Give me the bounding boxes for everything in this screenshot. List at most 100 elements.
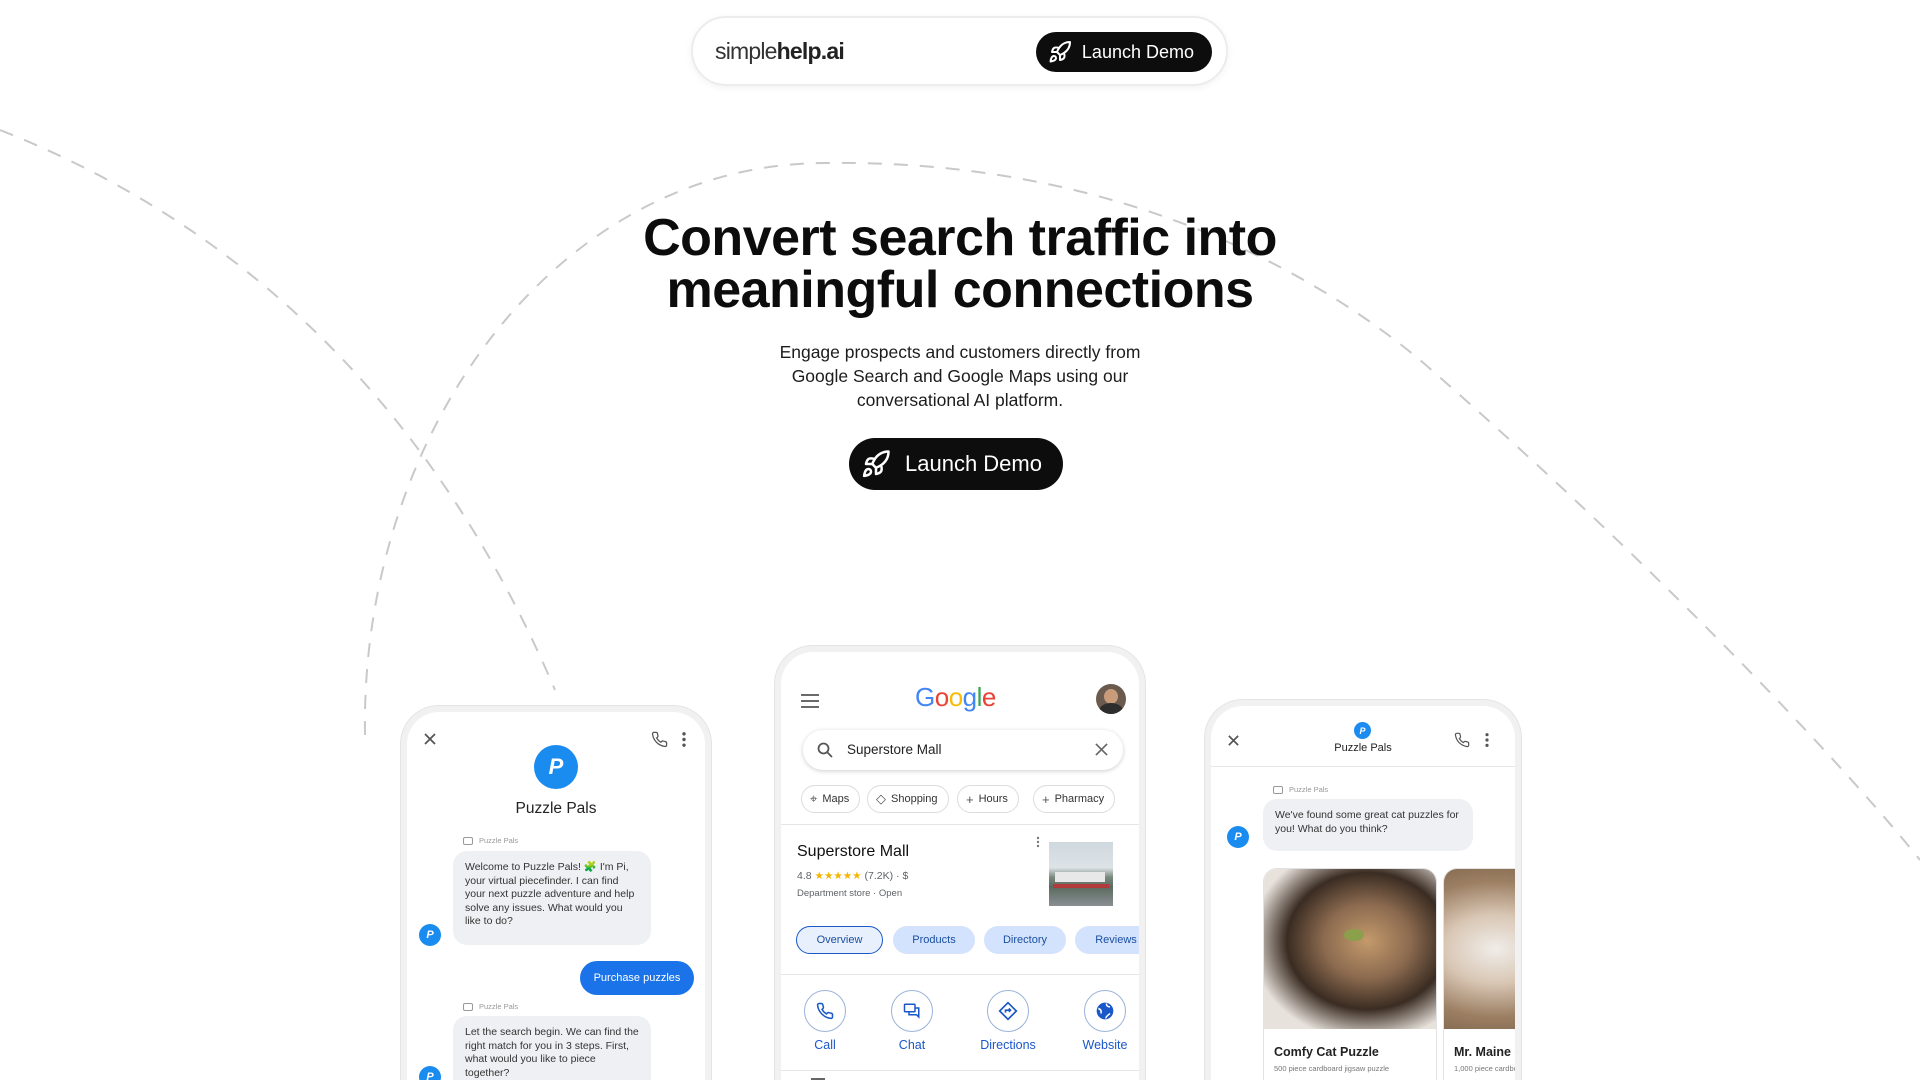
rocket-icon <box>1049 40 1071 63</box>
google-logo[interactable]: Google <box>915 682 996 713</box>
star-rating: ★★★★★ <box>814 870 862 882</box>
bot-avatar: P <box>1227 826 1249 848</box>
location-pin-icon: ⌖ <box>810 791 818 806</box>
hero-subtitle-line2: Google Search and Google Maps using our <box>791 366 1129 386</box>
divider <box>1211 766 1515 767</box>
place-photo[interactable] <box>1049 842 1113 906</box>
tag-icon: ◇ <box>876 791 886 806</box>
hero-launch-demo-label: Launch Demo <box>905 451 1042 476</box>
robot-icon <box>1273 785 1283 794</box>
chip-label: Pharmacy <box>1054 793 1105 805</box>
robot-icon <box>463 1002 473 1011</box>
business-avatar: P <box>534 745 578 789</box>
review-count: (7.2K) <box>864 870 894 882</box>
bot-message-bubble: Welcome to Puzzle Pals! 🧩 I'm Pi, your v… <box>453 851 651 945</box>
price-level: $ <box>902 870 909 882</box>
chat-icon <box>903 1003 920 1019</box>
tab-reviews[interactable]: Reviews <box>1075 926 1139 954</box>
top-navbar: simplehelp.ai Launch Demo <box>691 16 1228 86</box>
directions-icon <box>998 1001 1018 1021</box>
product-card[interactable]: Mr. Maine Coon 1,000 piece cardboard <box>1443 868 1518 1080</box>
more-vert-icon[interactable] <box>1484 732 1490 748</box>
phone-icon <box>816 1002 834 1020</box>
tab-directory[interactable]: Directory <box>984 926 1066 954</box>
phone-icon[interactable] <box>651 731 668 748</box>
chip-maps[interactable]: ⌖ Maps <box>801 785 861 813</box>
tab-products[interactable]: Products <box>893 926 975 954</box>
hero-subtitle-line1: Engage prospects and customers directly … <box>779 342 1141 362</box>
search-icon <box>817 742 833 758</box>
divider <box>781 1070 1139 1071</box>
divider <box>781 974 1139 975</box>
user-avatar[interactable] <box>1096 684 1126 714</box>
chip-hours[interactable]: + Hours <box>957 785 1019 813</box>
bot-message-bubble: We've found some great cat puzzles for y… <box>1263 799 1473 851</box>
chip-label: Maps <box>822 793 850 805</box>
product-image <box>1264 869 1436 1029</box>
product-title: Mr. Maine Coon <box>1454 1045 1515 1059</box>
action-call[interactable]: Call <box>781 990 870 1052</box>
product-title: Comfy Cat Puzzle <box>1274 1045 1379 1059</box>
meta-label: Puzzle Pals <box>1289 785 1329 794</box>
user-reply-bubble[interactable]: Purchase puzzles <box>580 961 694 995</box>
hamburger-menu-icon[interactable] <box>801 694 819 708</box>
rating-value: 4.8 <box>797 870 812 882</box>
logo[interactable]: simplehelp.ai <box>715 38 845 65</box>
meta-label: Puzzle Pals <box>479 1002 519 1011</box>
business-name: Puzzle Pals <box>515 800 597 817</box>
search-query-text: Superstore Mall <box>847 742 942 757</box>
bot-avatar: P <box>419 1066 441 1080</box>
bot-message-bubble: Let the search begin. We can find the ri… <box>453 1016 651 1080</box>
globe-icon <box>1096 1002 1114 1020</box>
action-label: Directions <box>980 1038 1036 1052</box>
open-status: Open <box>878 888 903 899</box>
robot-icon <box>463 836 473 845</box>
product-description: 500 piece cardboard jigsaw puzzle <box>1274 1064 1390 1073</box>
business-avatar: P <box>1354 722 1371 739</box>
hero-subtitle-line3: conversational AI platform. <box>856 390 1064 410</box>
action-label: Chat <box>898 1038 926 1052</box>
chip-shopping[interactable]: ◇ Shopping <box>867 785 949 813</box>
chip-pharmacy[interactable]: + Pharmacy <box>1033 785 1116 813</box>
product-description: 1,000 piece cardboard <box>1454 1064 1518 1073</box>
meta-label: Puzzle Pals <box>479 836 519 845</box>
more-vert-icon[interactable] <box>681 731 687 748</box>
tab-overview[interactable]: Overview <box>796 926 883 954</box>
center-phone-google-mockup: Google Superstore Mall ⌖ Maps ◇ Shopping +… <box>775 646 1145 1080</box>
action-directions[interactable]: Directions <box>963 990 1053 1052</box>
right-phone-chat-mockup: P Puzzle Pals Puzzle Pals We've found so… <box>1205 700 1521 1080</box>
product-card[interactable]: Comfy Cat Puzzle 500 piece cardboard jig… <box>1263 868 1437 1080</box>
more-vert-icon[interactable] <box>1036 836 1040 848</box>
message-meta: Puzzle Pals <box>463 1002 518 1011</box>
hero-subtitle: Engage prospects and customers directly … <box>740 340 1180 412</box>
nav-launch-demo-button[interactable]: Launch Demo <box>1035 32 1212 72</box>
action-label: Website <box>1082 1038 1128 1052</box>
bot-avatar: P <box>419 924 441 946</box>
divider <box>781 824 1139 825</box>
action-website[interactable]: Website <box>1060 990 1139 1052</box>
plus-icon: + <box>1042 791 1050 807</box>
phone-icon[interactable] <box>1454 732 1470 748</box>
hero-title-line1: Convert search traffic into <box>643 209 1277 267</box>
rating-row: 4.8 ★★★★★ (7.2K) · $ <box>797 870 909 882</box>
hero-title: Convert search traffic into meaningful c… <box>560 212 1360 316</box>
product-image <box>1444 869 1515 1029</box>
plus-icon: + <box>966 791 974 807</box>
chip-label: Shopping <box>891 793 938 805</box>
message-meta: Puzzle Pals <box>1273 785 1328 794</box>
category-row: Department store · Open <box>797 888 903 899</box>
clear-icon[interactable] <box>1095 743 1108 756</box>
hero-launch-demo-button[interactable]: Launch Demo <box>849 438 1063 490</box>
place-name[interactable]: Superstore Mall <box>797 843 909 861</box>
left-phone-chat-mockup: P Puzzle Pals Puzzle Pals Welcome to Puz… <box>401 706 711 1080</box>
rocket-icon <box>862 450 890 478</box>
nav-launch-demo-label: Launch Demo <box>1081 41 1194 62</box>
place-category: Department store <box>797 888 871 899</box>
close-icon[interactable] <box>423 732 437 746</box>
action-label: Call <box>814 1038 836 1052</box>
hero-title-line2: meaningful connections <box>666 261 1254 319</box>
chip-label: Hours <box>978 793 1008 805</box>
google-search-bar[interactable]: Superstore Mall <box>803 730 1123 770</box>
message-meta: Puzzle Pals <box>463 836 518 845</box>
action-chat[interactable]: Chat <box>867 990 957 1052</box>
